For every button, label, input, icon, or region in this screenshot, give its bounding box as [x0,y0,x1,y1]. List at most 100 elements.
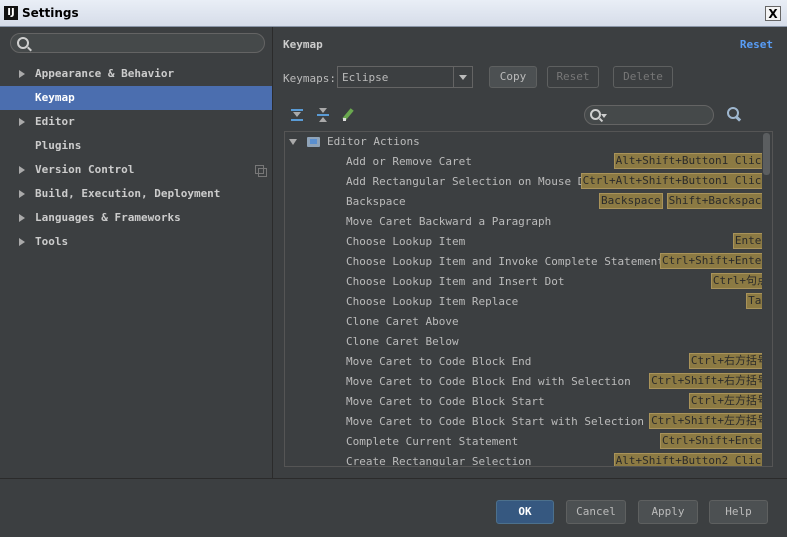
tree-action-row[interactable]: Choose Lookup Item Enter [285,232,772,252]
action-label: Choose Lookup Item and Invoke Complete S… [346,255,664,268]
shortcut-badge: Alt+Shift+Button1 Click [613,153,770,169]
shortcut-badge: Ctrl+Shift+右方括号 [649,373,770,389]
collapse-all-icon[interactable] [316,108,330,122]
tree-action-row[interactable]: Clone Caret Below [285,332,772,352]
shortcut-list: Ctrl+句点 [707,273,770,291]
sidebar-item-label: Build, Execution, Deployment [35,187,221,200]
shortcut-search-input[interactable] [584,105,714,125]
tree-scrollbar[interactable] [762,132,772,466]
sidebar-item-version-control[interactable]: Version Control [0,158,272,182]
project-settings-icon [255,165,267,177]
action-label: Move Caret to Code Block Start with Sele… [346,415,645,428]
chevron-right-icon[interactable] [19,70,25,78]
edit-icon[interactable] [341,108,355,122]
tree-rows: Add or Remove Caret Alt+Shift+Button1 Cli… [285,152,772,467]
chevron-down-icon[interactable] [289,139,297,145]
reset-link[interactable]: Reset [740,38,773,51]
settings-sidebar: Appearance & Behavior Keymap Editor Plug… [0,27,273,478]
tree-action-row[interactable]: Move Caret to Code Block End Ctrl+右方括号 [285,352,772,372]
tree-action-row[interactable]: Move Caret to Code Block End with Select… [285,372,772,392]
sidebar-item-label: Tools [35,235,69,248]
sidebar-item-build-execution-deployment[interactable]: Build, Execution, Deployment [0,182,272,206]
ok-button[interactable]: OK [496,500,554,524]
settings-nav: Appearance & Behavior Keymap Editor Plug… [0,62,272,254]
tree-action-row[interactable]: Move Caret Backward a Paragraph [285,212,772,232]
apply-button[interactable]: Apply [638,500,698,524]
action-label: Move Caret to Code Block End [346,355,532,368]
chevron-right-icon[interactable] [19,190,25,198]
search-icon [590,109,601,120]
tree-action-row[interactable]: Choose Lookup Item and Insert Dot Ctrl+句点 [285,272,772,292]
action-label: Choose Lookup Item Replace [346,295,519,308]
sidebar-item-plugins[interactable]: Plugins [0,134,272,158]
tree-action-row[interactable]: Move Caret to Code Block Start with Sele… [285,412,772,432]
tree-action-row[interactable]: Complete Current Statement Ctrl+Shift+Ent… [285,432,772,452]
action-label: Add or Remove Caret [346,155,472,168]
action-label: Move Caret to Code Block End with Select… [346,375,631,388]
shortcut-list: Ctrl+左方括号 [685,393,770,411]
tree-node-editor-actions[interactable]: Editor Actions [285,132,772,152]
shortcut-badge: Ctrl+Shift+Enter [660,253,770,269]
shortcut-list: Ctrl+Alt+Shift+Button1 Click [577,173,770,191]
scrollbar-thumb[interactable] [763,133,770,175]
keymap-actions-tree[interactable]: Editor Actions Add or Remove Caret Alt+Sh… [284,131,773,467]
tree-action-row[interactable]: Choose Lookup Item Replace Tab [285,292,772,312]
action-label: Choose Lookup Item and Insert Dot [346,275,565,288]
find-shortcut-icon[interactable] [725,106,741,122]
chevron-right-icon[interactable] [19,214,25,222]
action-label: Clone Caret Above [346,315,459,328]
sidebar-item-label: Editor [35,115,75,128]
shortcut-badge: Ctrl+Shift+左方括号 [649,413,770,429]
reset-button[interactable]: Reset [547,66,599,88]
sidebar-item-label: Version Control [35,163,135,176]
action-label: Create Rectangular Selection [346,455,532,467]
shortcut-badge: Alt+Shift+Button2 Click [613,453,770,467]
keymap-panel: Keymap Reset Keymaps: Eclipse Copy Reset… [273,27,787,478]
tree-action-row[interactable]: Add Rectangular Selection on Mouse Drag C… [285,172,772,192]
action-label: Clone Caret Below [346,335,459,348]
sidebar-item-editor[interactable]: Editor [0,110,272,134]
keymaps-label: Keymaps: [283,72,336,85]
chevron-down-icon[interactable] [453,67,472,87]
cancel-button[interactable]: Cancel [566,500,626,524]
keymap-select[interactable]: Eclipse [337,66,473,88]
chevron-right-icon[interactable] [19,166,25,174]
expand-all-icon[interactable] [290,108,304,122]
chevron-right-icon[interactable] [19,238,25,246]
title-bar: IJ Settings X [0,0,787,27]
chevron-right-icon[interactable] [19,118,25,126]
search-options-icon[interactable] [601,114,607,118]
tree-action-row[interactable]: Choose Lookup Item and Invoke Complete S… [285,252,772,272]
tree-action-row[interactable]: Backspace Backspace Shift+Backspace [285,192,772,212]
help-button[interactable]: Help [709,500,768,524]
action-label: Move Caret Backward a Paragraph [346,215,552,228]
action-label: Move Caret to Code Block Start [346,395,545,408]
action-label: Complete Current Statement [346,435,519,448]
sidebar-item-languages-frameworks[interactable]: Languages & Frameworks [0,206,272,230]
intellij-icon: IJ [4,6,18,20]
tree-node-label: Editor Actions [327,135,420,148]
tree-action-row[interactable]: Clone Caret Above [285,312,772,332]
tree-action-row[interactable]: Create Rectangular Selection Alt+Shift+Bu… [285,452,772,467]
close-button[interactable]: X [765,6,781,21]
sidebar-item-label: Keymap [35,91,75,104]
shortcut-badge: Ctrl+左方括号 [688,393,770,409]
shortcut-list: Ctrl+右方括号 [685,353,770,371]
settings-search-input[interactable] [10,33,265,53]
shortcut-list: Ctrl+Shift+Enter [656,433,770,451]
action-label: Add Rectangular Selection on Mouse Drag [346,175,605,188]
tree-action-row[interactable]: Add or Remove Caret Alt+Shift+Button1 Cli… [285,152,772,172]
delete-button[interactable]: Delete [613,66,673,88]
window-title: Settings [22,6,79,20]
shortcut-list: Alt+Shift+Button2 Click [610,453,770,467]
sidebar-item-tools[interactable]: Tools [0,230,272,254]
sidebar-item-appearance-behavior[interactable]: Appearance & Behavior [0,62,272,86]
folder-icon [307,137,320,147]
action-label: Backspace [346,195,406,208]
dialog-footer: OK Cancel Apply Help [0,478,787,537]
tree-action-row[interactable]: Move Caret to Code Block Start Ctrl+左方括号 [285,392,772,412]
keymap-select-value: Eclipse [342,71,389,84]
shortcut-badge: Backspace [599,193,663,209]
copy-button[interactable]: Copy [489,66,537,88]
sidebar-item-keymap[interactable]: Keymap [0,86,272,110]
